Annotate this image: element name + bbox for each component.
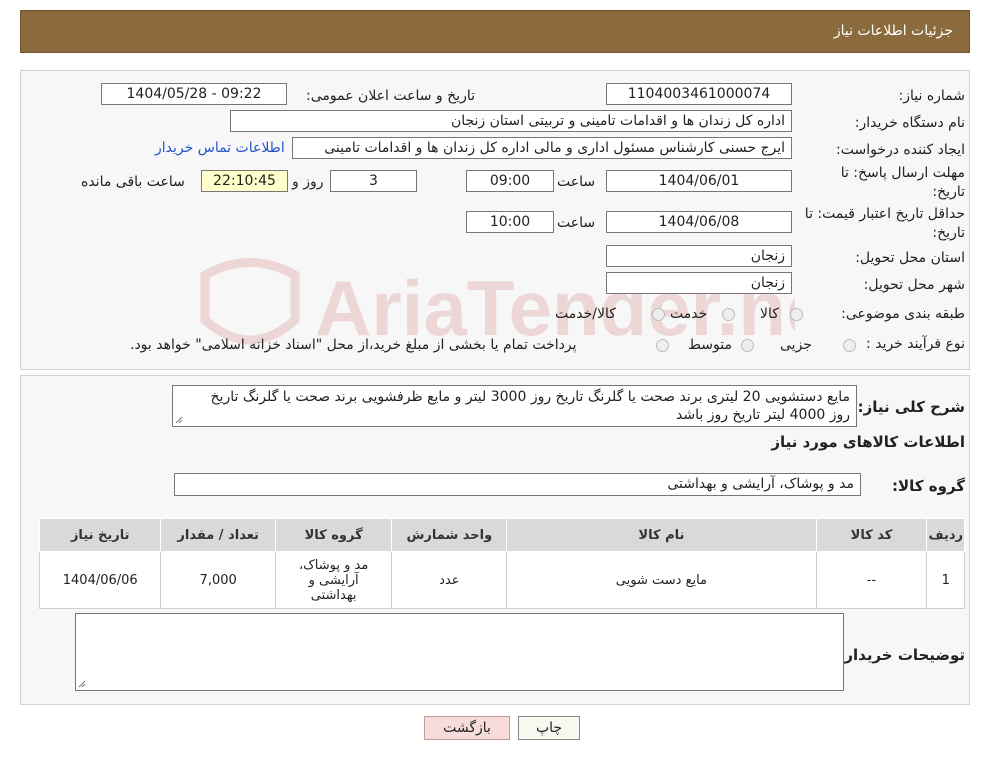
announce-label: تاریخ و ساعت اعلان عمومی:: [306, 88, 475, 104]
province-field[interactable]: زنجان: [606, 245, 792, 267]
process-treasury-checkbox[interactable]: [656, 339, 669, 352]
process-medium-radio[interactable]: [741, 339, 754, 352]
cell-group-line-2: آرایشی و: [308, 572, 359, 588]
remaining-time-field[interactable]: 22:10:45: [201, 170, 288, 192]
cell-group-line-1: مد و پوشاک،: [298, 557, 369, 573]
process-label: نوع فرآیند خرید :: [866, 336, 965, 352]
col-header-date: تاریخ نیاز: [38, 518, 162, 552]
creator-field[interactable]: ایرج حسنی کارشناس مسئول اداری و مالی ادا…: [292, 137, 792, 159]
buyer-notes-textarea[interactable]: [75, 613, 844, 691]
deadline-time-field[interactable]: 09:00: [466, 170, 554, 192]
cell-date: 1404/06/06: [38, 551, 162, 609]
buyer-field[interactable]: اداره کل زندان ها و اقدامات تامینی و ترب…: [230, 110, 792, 132]
category-goods-service-label: کالا/خدمت: [555, 306, 616, 322]
resize-handle-icon[interactable]: [78, 680, 86, 688]
validity-time-label: ساعت: [557, 215, 596, 231]
days-field[interactable]: 3: [330, 170, 417, 192]
process-minor-label: جزیی: [780, 337, 812, 353]
category-label: طبقه بندی موضوعی:: [841, 306, 965, 322]
col-header-qty: تعداد / مقدار: [160, 518, 276, 552]
process-minor-radio[interactable]: [843, 339, 856, 352]
category-goods-service-radio[interactable]: [652, 308, 665, 321]
col-header-code: کد کالا: [815, 518, 928, 552]
col-header-index: ردیف: [926, 518, 965, 552]
description-line-2: روز 4000 لیتر تاریخ روز باشد: [676, 407, 850, 423]
deadline-date-field[interactable]: 1404/06/01: [606, 170, 792, 192]
goods-group-label: گروه کالا:: [892, 477, 965, 495]
city-field[interactable]: زنجان: [606, 272, 792, 294]
category-service-label: خدمت: [670, 306, 708, 322]
validity-label: حداقل تاریخ اعتبار قیمت: تا: [804, 206, 965, 222]
cell-qty: 7,000: [160, 551, 276, 609]
remaining-label: ساعت باقی مانده: [81, 174, 185, 190]
need-number-field[interactable]: 1104003461000074: [606, 83, 792, 105]
print-button[interactable]: چاپ: [518, 716, 580, 740]
validity-label-date: تاریخ:: [932, 225, 965, 241]
deadline-label-date: تاریخ:: [932, 184, 965, 200]
cell-group-line-3: بهداشتی: [310, 587, 357, 603]
page-header: جزئیات اطلاعات نیاز: [20, 10, 970, 53]
validity-date-field[interactable]: 1404/06/08: [606, 211, 792, 233]
resize-handle-icon[interactable]: [175, 416, 183, 424]
deadline-label: مهلت ارسال پاسخ: تا: [840, 165, 965, 181]
description-label: شرح کلی نیاز:: [857, 398, 965, 416]
back-button[interactable]: بازگشت: [424, 716, 510, 740]
cell-index: 1: [926, 551, 965, 609]
process-note: پرداخت تمام یا بخشی از مبلغ خرید،از محل …: [130, 337, 577, 353]
province-label: استان محل تحویل:: [855, 250, 965, 266]
col-header-unit: واحد شمارش: [391, 518, 508, 552]
deadline-time-label: ساعت: [557, 174, 596, 190]
category-goods-label: کالا: [760, 306, 779, 322]
cell-name: مایع دست شویی: [506, 551, 817, 609]
description-textarea[interactable]: مایع دستشویی 20 لیتری برند صحت یا گلرنگ …: [172, 385, 857, 427]
description-line-1: مایع دستشویی 20 لیتری برند صحت یا گلرنگ …: [210, 389, 850, 405]
goods-table: ردیف کد کالا نام کالا واحد شمارش گروه کا…: [38, 518, 965, 609]
col-header-name: نام کالا: [506, 518, 817, 552]
category-service-radio[interactable]: [722, 308, 735, 321]
table-header-row: ردیف کد کالا نام کالا واحد شمارش گروه کا…: [38, 518, 965, 552]
city-label: شهر محل تحویل:: [863, 277, 965, 293]
cell-group: مد و پوشاک، آرایشی و بهداشتی: [274, 551, 393, 609]
buyer-contact-link[interactable]: اطلاعات تماس خریدار: [155, 140, 285, 156]
cell-code: --: [815, 551, 928, 609]
category-goods-radio[interactable]: [790, 308, 803, 321]
buyer-label: نام دستگاه خریدار:: [854, 115, 965, 131]
table-row[interactable]: 1 -- مایع دست شویی عدد مد و پوشاک، آرایش…: [38, 551, 965, 609]
goods-info-title: اطلاعات کالاهای مورد نیاز: [771, 433, 965, 451]
page-title: جزئیات اطلاعات نیاز: [833, 23, 953, 39]
goods-group-field[interactable]: مد و پوشاک، آرایشی و بهداشتی: [174, 473, 861, 496]
cell-unit: عدد: [391, 551, 508, 609]
need-number-label: شماره نیاز:: [898, 88, 966, 104]
validity-time-field[interactable]: 10:00: [466, 211, 554, 233]
buyer-notes-label: توضیحات خریدار:: [838, 646, 965, 664]
days-label: روز و: [292, 174, 324, 190]
col-header-group: گروه کالا: [274, 518, 393, 552]
announce-datetime-field[interactable]: 1404/05/28 - 09:22: [101, 83, 287, 105]
creator-label: ایجاد کننده درخواست:: [836, 142, 965, 158]
process-medium-label: متوسط: [688, 337, 732, 353]
